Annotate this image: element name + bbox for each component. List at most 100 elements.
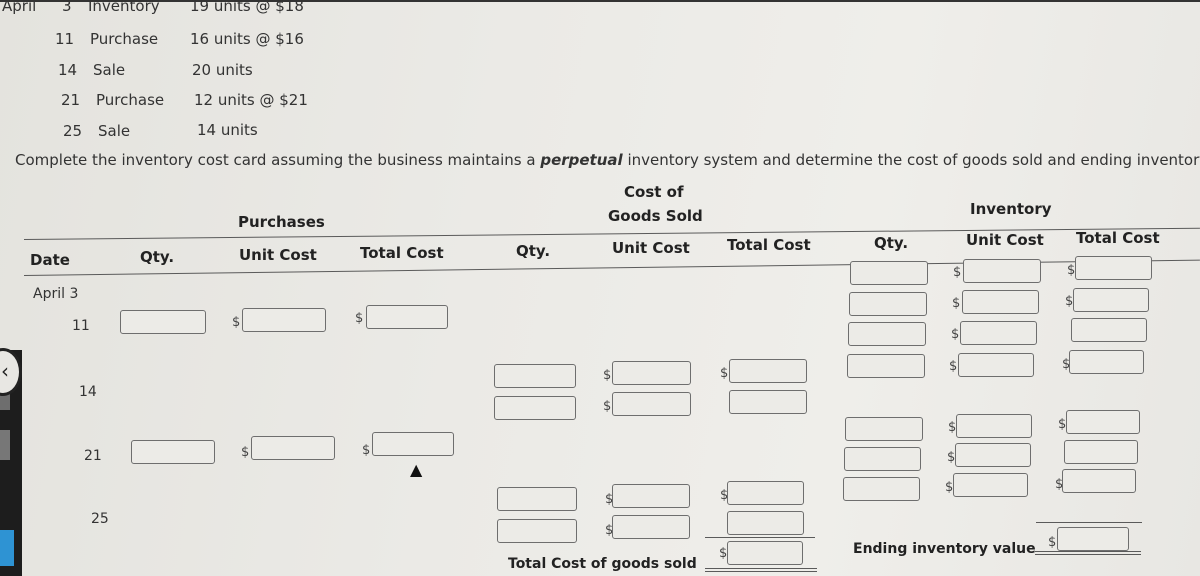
cogs-header-line1: Cost of bbox=[624, 183, 684, 201]
cogs-header-line2: Goods Sold bbox=[608, 207, 703, 225]
dollar-sign: $ bbox=[603, 368, 612, 383]
cogs-apr14-unit-cost-input-1[interactable] bbox=[612, 361, 691, 385]
cogs-apr25-qty-input-2[interactable] bbox=[497, 519, 577, 543]
cogs-total-double-rule-2 bbox=[705, 571, 817, 572]
inventory-apr3-total-cost-input[interactable] bbox=[1075, 256, 1152, 280]
inventory-apr3-qty-input[interactable] bbox=[850, 261, 928, 285]
row-date-25: 25 bbox=[91, 511, 109, 527]
inventory-apr11-total-cost-input-1[interactable] bbox=[1073, 288, 1149, 312]
given-type: Purchase bbox=[90, 30, 159, 48]
inventory-apr11-unit-cost-input-2[interactable] bbox=[960, 321, 1037, 345]
inventory-apr21-qty-input-1[interactable] bbox=[845, 417, 923, 441]
given-day: 11 bbox=[55, 30, 75, 48]
cogs-apr14-total-cost-input-2[interactable] bbox=[729, 390, 807, 414]
ending-inventory-double-rule-2 bbox=[1035, 554, 1141, 555]
purchase-apr11-qty-input[interactable] bbox=[120, 310, 206, 334]
cogs-apr25-total-cost-input-1[interactable] bbox=[727, 481, 804, 505]
dollar-sign: $ bbox=[1048, 535, 1057, 550]
given-type: Purchase bbox=[96, 91, 165, 109]
inventory-apr21-unit-cost-input-2[interactable] bbox=[955, 443, 1031, 467]
inventory-apr11-qty-input-2[interactable] bbox=[848, 322, 926, 346]
inventory-apr11-unit-cost-input-1[interactable] bbox=[962, 290, 1039, 314]
dollar-sign: $ bbox=[720, 366, 729, 381]
ending-inventory-rule bbox=[1036, 522, 1142, 523]
cogs-total-double-rule-1 bbox=[705, 568, 817, 569]
given-detail: 19 units @ $18 bbox=[190, 0, 304, 15]
inventory-apr3-unit-cost-input[interactable] bbox=[963, 259, 1041, 283]
inventory-apr25-unit-cost-input[interactable] bbox=[953, 473, 1028, 497]
inventory-apr21-qty-input-2[interactable] bbox=[844, 447, 921, 471]
ending-inventory-label: Ending inventory value bbox=[853, 541, 1036, 557]
given-day: 21 bbox=[61, 91, 81, 109]
cogs-total-rule bbox=[705, 537, 815, 538]
row-date-april-3: April 3 bbox=[33, 286, 79, 302]
column-inventory-unit-cost: Unit Cost bbox=[966, 231, 1044, 249]
cogs-apr14-qty-input-2[interactable] bbox=[494, 396, 576, 420]
column-inventory-qty: Qty. bbox=[874, 234, 909, 252]
total-cogs-label: Total Cost of goods sold bbox=[508, 556, 697, 572]
cogs-apr14-unit-cost-input-2[interactable] bbox=[612, 392, 691, 416]
purchase-apr11-total-cost-input[interactable] bbox=[366, 305, 448, 329]
inventory-apr14-qty-input[interactable] bbox=[847, 354, 925, 378]
inventory-apr11-total-cost-input-2[interactable] bbox=[1071, 318, 1147, 342]
inventory-header: Inventory bbox=[970, 200, 1052, 218]
column-inventory-total-cost: Total Cost bbox=[1076, 229, 1160, 247]
given-day: 25 bbox=[63, 122, 83, 140]
dollar-sign: $ bbox=[949, 359, 958, 374]
ending-inventory-input[interactable] bbox=[1057, 527, 1129, 551]
cogs-apr25-qty-input-1[interactable] bbox=[497, 487, 577, 511]
given-type: Inventory bbox=[88, 0, 160, 15]
inventory-apr21-unit-cost-input-1[interactable] bbox=[956, 414, 1032, 438]
given-type: Sale bbox=[98, 122, 131, 140]
row-date-14: 14 bbox=[79, 384, 97, 400]
column-purchases-unit-cost: Unit Cost bbox=[239, 246, 317, 264]
dollar-sign: $ bbox=[232, 315, 241, 330]
instructions: Complete the inventory cost card assumin… bbox=[15, 151, 1200, 169]
column-cogs-total-cost: Total Cost bbox=[727, 236, 811, 254]
dollar-sign: $ bbox=[362, 443, 371, 458]
given-detail: 12 units @ $21 bbox=[194, 91, 308, 109]
top-border bbox=[0, 0, 1200, 2]
cogs-apr14-total-cost-input-1[interactable] bbox=[729, 359, 807, 383]
column-cogs-unit-cost: Unit Cost bbox=[612, 239, 690, 257]
chevron-left-icon: ‹ bbox=[1, 359, 9, 383]
inventory-apr21-total-cost-input-2[interactable] bbox=[1064, 440, 1138, 464]
column-purchases-qty: Qty. bbox=[140, 248, 175, 266]
given-month-april: April bbox=[2, 0, 37, 15]
given-detail: 20 units bbox=[192, 61, 253, 79]
purchase-apr21-unit-cost-input[interactable] bbox=[251, 436, 335, 460]
ending-inventory-double-rule-1 bbox=[1035, 551, 1141, 552]
purchase-apr21-total-cost-input[interactable] bbox=[372, 432, 454, 456]
inventory-apr21-total-cost-input-1[interactable] bbox=[1066, 410, 1140, 434]
row-date-11: 11 bbox=[72, 318, 90, 334]
dollar-sign: $ bbox=[355, 311, 364, 326]
dollar-sign: $ bbox=[241, 445, 250, 460]
inventory-apr11-qty-input-1[interactable] bbox=[849, 292, 927, 316]
purchase-apr11-unit-cost-input[interactable] bbox=[242, 308, 326, 332]
column-purchases-total-cost: Total Cost bbox=[360, 244, 444, 262]
cogs-apr25-unit-cost-input-1[interactable] bbox=[612, 484, 690, 508]
cogs-apr25-unit-cost-input-2[interactable] bbox=[612, 515, 690, 539]
inventory-apr14-total-cost-input[interactable] bbox=[1069, 350, 1144, 374]
inventory-apr25-qty-input[interactable] bbox=[843, 477, 920, 501]
total-cogs-input[interactable] bbox=[727, 541, 803, 565]
given-type: Sale bbox=[93, 61, 126, 79]
dollar-sign: $ bbox=[951, 327, 960, 342]
given-detail: 14 units bbox=[197, 121, 258, 139]
inventory-apr25-total-cost-input[interactable] bbox=[1062, 469, 1136, 493]
cogs-apr25-total-cost-input-2[interactable] bbox=[727, 511, 804, 535]
inventory-apr14-unit-cost-input[interactable] bbox=[958, 353, 1034, 377]
purchase-apr21-qty-input[interactable] bbox=[131, 440, 215, 464]
dollar-sign: $ bbox=[953, 265, 962, 280]
column-cogs-qty: Qty. bbox=[516, 242, 551, 260]
given-day: 3 bbox=[62, 0, 72, 15]
cogs-apr14-qty-input-1[interactable] bbox=[494, 364, 576, 388]
instructions-emphasis: perpetual bbox=[540, 151, 623, 169]
mouse-cursor-icon: ▲ bbox=[410, 460, 423, 479]
dollar-sign: $ bbox=[603, 399, 612, 414]
purchases-header: Purchases bbox=[238, 213, 325, 231]
given-detail: 16 units @ $16 bbox=[190, 30, 304, 48]
given-day: 14 bbox=[58, 61, 78, 79]
column-date: Date bbox=[30, 251, 70, 269]
row-date-21: 21 bbox=[84, 448, 102, 464]
